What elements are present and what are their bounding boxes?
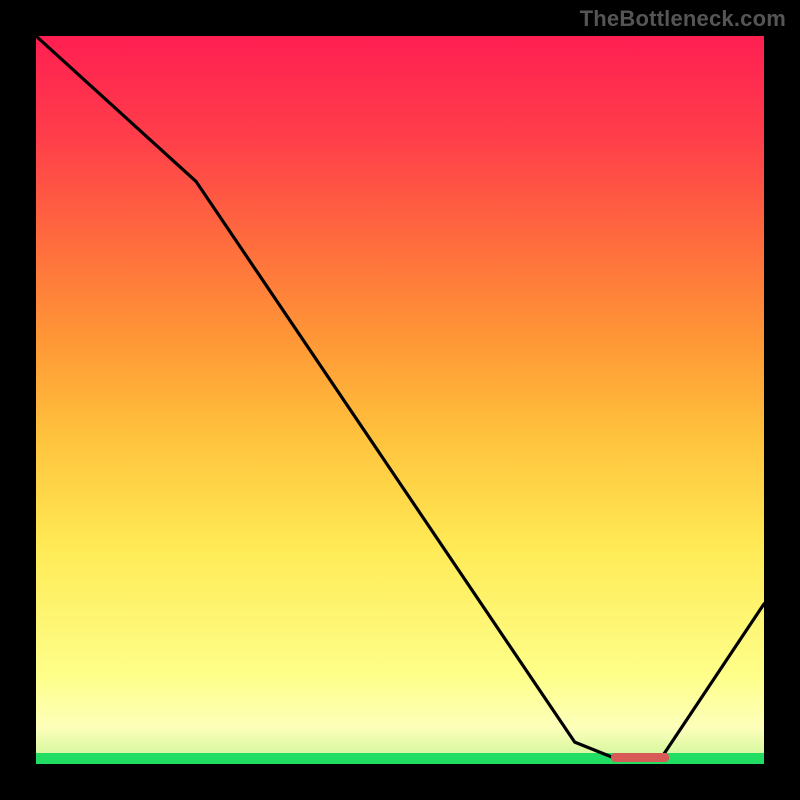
chart-frame: TheBottleneck.com [0,0,800,800]
bottleneck-curve [36,36,764,764]
optimal-range-marker [611,753,669,762]
watermark-text: TheBottleneck.com [580,6,786,32]
plot-area [36,36,764,764]
